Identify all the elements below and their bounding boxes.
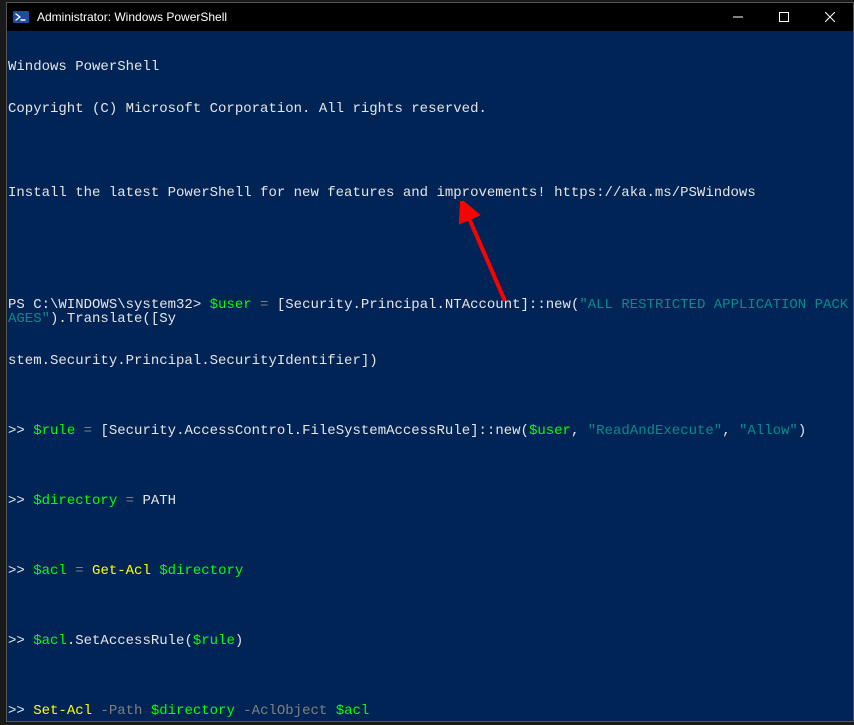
operator-token: =: [252, 297, 277, 313]
variable-token: $acl: [33, 563, 67, 579]
param-token: -Path: [92, 703, 151, 719]
operator-token: =: [117, 493, 142, 509]
cmdlet-token: Set-Acl: [33, 703, 92, 719]
blank-line: [8, 228, 852, 242]
method-token: .Translate(: [58, 311, 150, 327]
maximize-button[interactable]: [761, 3, 807, 31]
command-line: PS C:\WINDOWS\system32> $user = [Securit…: [8, 298, 852, 326]
variable-token: $directory: [151, 703, 235, 719]
blank-line: [8, 144, 852, 158]
minimize-button[interactable]: [715, 3, 761, 31]
method-token: new: [546, 297, 571, 313]
string-token: "ReadAndExecute": [588, 423, 722, 439]
intro-line: Windows PowerShell: [8, 60, 852, 74]
continuation-prompt: >>: [8, 633, 33, 649]
param-token: -AclObject: [235, 703, 336, 719]
paren-token: ): [798, 423, 806, 439]
comma-token: ,: [571, 423, 588, 439]
cmdlet-token: Get-Acl: [92, 563, 159, 579]
variable-token: $acl: [336, 703, 370, 719]
command-line: >> $acl = Get-Acl $directory: [8, 564, 852, 578]
command-line: >> Set-Acl -Path $directory -AclObject $…: [8, 704, 852, 718]
string-token: "Allow": [739, 423, 798, 439]
variable-token: $directory: [159, 563, 243, 579]
method-token: new: [495, 423, 520, 439]
type-token: [Security.Principal.NTAccount]::: [277, 297, 546, 313]
method-token: .SetAccessRule(: [67, 633, 193, 649]
window-controls: [715, 3, 853, 31]
type-token: stem.Security.Principal.SecurityIdentifi…: [8, 353, 378, 369]
intro-line: Install the latest PowerShell for new fe…: [8, 186, 852, 200]
literal-token: PATH: [142, 493, 176, 509]
intro-line: Copyright (C) Microsoft Corporation. All…: [8, 102, 852, 116]
paren-token: (: [521, 423, 529, 439]
window-title: Administrator: Windows PowerShell: [37, 10, 715, 24]
close-button[interactable]: [807, 3, 853, 31]
comma-token: ,: [722, 423, 739, 439]
command-line: >> $acl.SetAccessRule($rule): [8, 634, 852, 648]
continuation-prompt: >>: [8, 703, 33, 719]
powershell-window: Administrator: Windows PowerShell Window…: [6, 2, 854, 722]
paren-token: ): [235, 633, 243, 649]
command-line: >> $directory = PATH: [8, 494, 852, 508]
continuation-prompt: >>: [8, 423, 33, 439]
type-token: [Sy: [151, 311, 176, 327]
powershell-icon: [13, 9, 29, 25]
annotation-arrow-icon: [457, 201, 517, 311]
continuation-prompt: >>: [8, 493, 33, 509]
variable-token: $rule: [33, 423, 75, 439]
variable-token: $rule: [193, 633, 235, 649]
variable-token: $user: [210, 297, 252, 313]
type-token: [Security.AccessControl.FileSystemAccess…: [100, 423, 495, 439]
variable-token: $directory: [33, 493, 117, 509]
variable-token: $user: [529, 423, 571, 439]
continuation-prompt: >>: [8, 563, 33, 579]
operator-token: =: [75, 423, 100, 439]
variable-token: $acl: [33, 633, 67, 649]
command-line: >> $rule = [Security.AccessControl.FileS…: [8, 424, 852, 438]
titlebar[interactable]: Administrator: Windows PowerShell: [7, 3, 853, 31]
command-line-wrap: stem.Security.Principal.SecurityIdentifi…: [8, 354, 852, 368]
operator-token: =: [67, 563, 92, 579]
console-output[interactable]: Windows PowerShell Copyright (C) Microso…: [7, 31, 853, 721]
